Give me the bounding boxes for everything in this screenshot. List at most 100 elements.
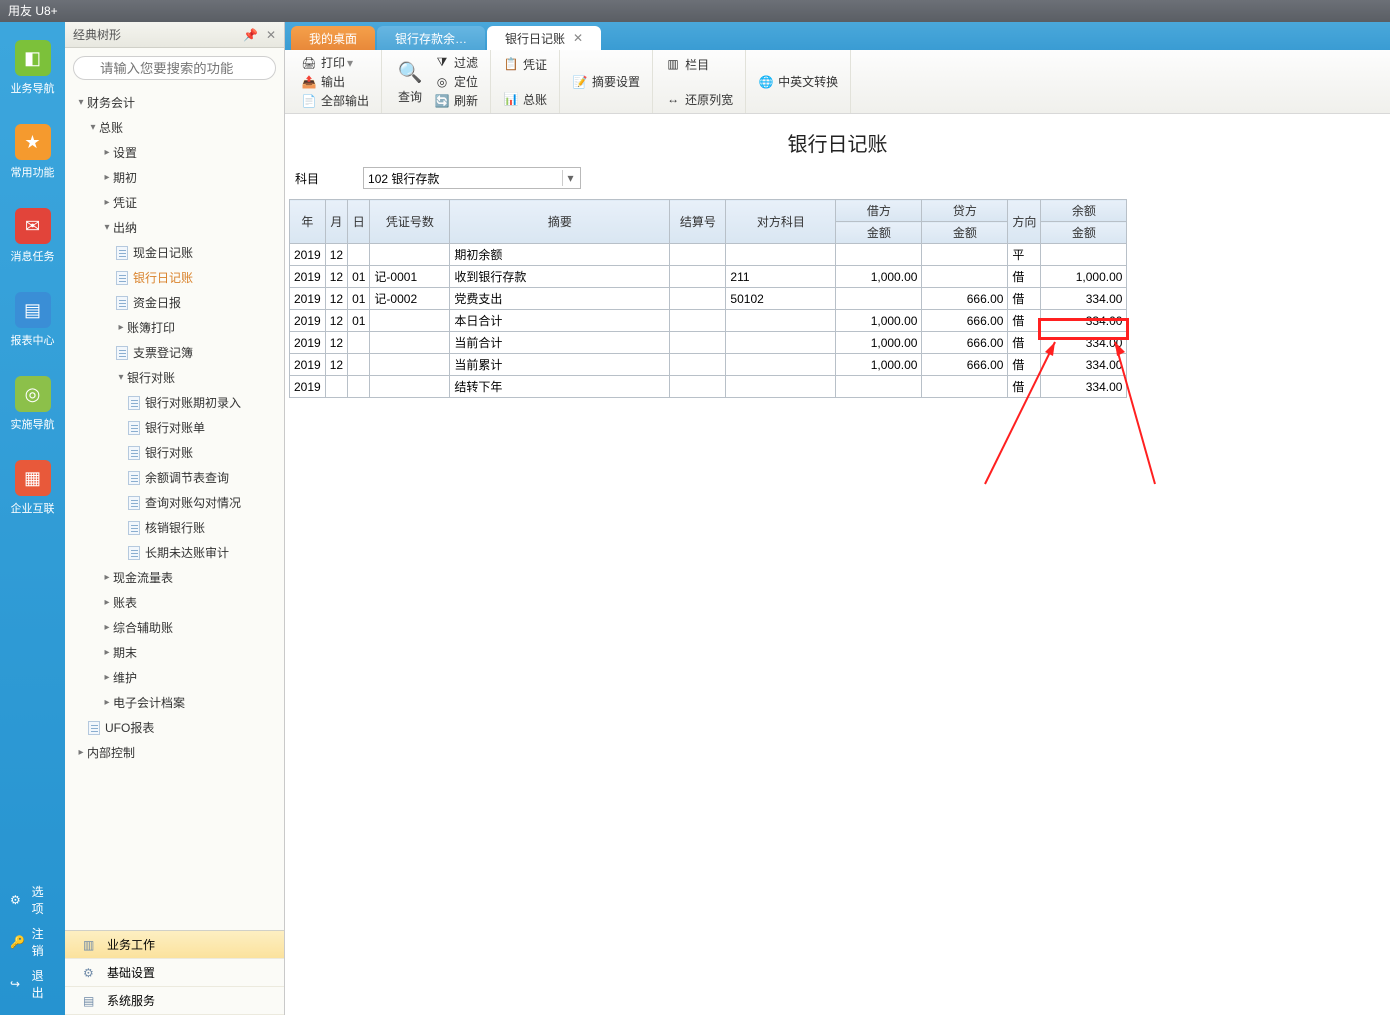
col-oppacct[interactable]: 对方科目 xyxy=(726,200,836,244)
bottom-tab-sys[interactable]: ▤系统服务 xyxy=(65,987,284,1015)
print-button[interactable]: 🖨打印▾ xyxy=(297,53,373,72)
table-row[interactable]: 201912期初余额平 xyxy=(290,244,1127,266)
tab-bank-journal[interactable]: 银行日记账✕ xyxy=(487,26,601,50)
tree-finance[interactable]: ▾财务会计 xyxy=(65,92,284,113)
table-row[interactable]: 20191201本日合计1,000.00666.00借334.00 xyxy=(290,310,1127,332)
tree-aux-books[interactable]: ▸综合辅助账 xyxy=(65,617,284,638)
tree-title: 经典树形 xyxy=(73,26,121,43)
table-row[interactable]: 20191201记-0002党费支出50102666.00借334.00 xyxy=(290,288,1127,310)
doc-icon xyxy=(116,346,128,360)
col-debit-amount[interactable]: 金额 xyxy=(836,222,922,244)
gear-icon: ⚙ xyxy=(10,893,26,907)
tree-internal-control[interactable]: ▸内部控制 xyxy=(65,742,284,763)
col-balance[interactable]: 余额 xyxy=(1041,200,1127,222)
table-row[interactable]: 20191201记-0001收到银行存款2111,000.00借1,000.00 xyxy=(290,266,1127,288)
refresh-button[interactable]: 🔄刷新 xyxy=(430,91,482,110)
tree-cheque-reg[interactable]: 支票登记簿 xyxy=(65,342,284,363)
options-button[interactable]: ⚙选项 xyxy=(0,879,65,921)
nav-link[interactable]: ▦企业互联 xyxy=(11,460,55,516)
close-icon[interactable]: ✕ xyxy=(573,31,583,45)
search-input[interactable] xyxy=(73,56,276,80)
col-credit[interactable]: 贷方 xyxy=(922,200,1008,222)
tree-period-end[interactable]: ▸期末 xyxy=(65,642,284,663)
nav-fav[interactable]: ★常用功能 xyxy=(11,124,55,180)
tree-bank-stmt[interactable]: 银行对账单 xyxy=(65,417,284,438)
nav-report[interactable]: ▤报表中心 xyxy=(11,292,55,348)
tree-setup[interactable]: ▸设置 xyxy=(65,142,284,163)
tree-bank-recon-open[interactable]: 银行对账期初录入 xyxy=(65,392,284,413)
voucher-button[interactable]: 📋凭证 xyxy=(499,55,551,74)
doc-icon xyxy=(128,496,140,510)
tree-book-print[interactable]: ▸账簿打印 xyxy=(65,317,284,338)
nav-biz[interactable]: ◧业务导航 xyxy=(11,40,55,96)
exportall-button[interactable]: 📄全部输出 xyxy=(297,91,373,110)
columns-button[interactable]: ▥栏目 xyxy=(661,55,737,74)
key-icon: 🔑 xyxy=(10,935,26,949)
tree-outstanding-audit[interactable]: 长期未达账审计 xyxy=(65,542,284,563)
toolbar: 🖨打印▾ 📤输出 📄全部输出 🔍查询 ⧩过滤 ◎定位 🔄刷新 📋凭证 📊总账 📝… xyxy=(285,50,1390,114)
gear-icon: ⚙ xyxy=(83,966,94,980)
col-dir[interactable]: 方向 xyxy=(1008,200,1041,244)
subject-label: 科目 xyxy=(295,170,319,187)
subject-combo[interactable]: 102 银行存款 ▾ xyxy=(363,167,581,189)
tree-writeoff-bank[interactable]: 核销银行账 xyxy=(65,517,284,538)
tree-open[interactable]: ▸期初 xyxy=(65,167,284,188)
col-balance-amount[interactable]: 金额 xyxy=(1041,222,1127,244)
translate-button[interactable]: 🌐中英文转换 xyxy=(754,72,842,91)
doc-icon: ▥ xyxy=(83,938,94,952)
exit-button[interactable]: ↪退出 xyxy=(0,963,65,1005)
chevron-down-icon: ▾ xyxy=(562,170,578,186)
tree-earchive[interactable]: ▸电子会计档案 xyxy=(65,692,284,713)
locate-button[interactable]: ◎定位 xyxy=(430,72,482,91)
col-debit[interactable]: 借方 xyxy=(836,200,922,222)
voucher-icon: 📋 xyxy=(503,56,519,72)
table-row[interactable]: 201912当前合计1,000.00666.00借334.00 xyxy=(290,332,1127,354)
summary-icon: 📝 xyxy=(572,74,588,90)
tree-bank-recon[interactable]: ▾银行对账 xyxy=(65,367,284,388)
tree-cashier[interactable]: ▾出纳 xyxy=(65,217,284,238)
col-month[interactable]: 月 xyxy=(325,200,347,244)
col-voucher[interactable]: 凭证号数 xyxy=(370,200,450,244)
query-button[interactable]: 🔍查询 xyxy=(390,56,430,107)
ledger-button[interactable]: 📊总账 xyxy=(499,90,551,109)
tree-gl[interactable]: ▾总账 xyxy=(65,117,284,138)
tree-reports[interactable]: ▸账表 xyxy=(65,592,284,613)
doc-icon xyxy=(116,246,128,260)
table-row[interactable]: 2019结转下年借334.00 xyxy=(290,376,1127,398)
document-tabs: 我的桌面 银行存款余… 银行日记账✕ xyxy=(285,22,1390,50)
tree-fund-daily[interactable]: 资金日报 xyxy=(65,292,284,313)
tree-cashflow[interactable]: ▸现金流量表 xyxy=(65,567,284,588)
restorewidth-button[interactable]: ↔还原列宽 xyxy=(661,90,737,109)
summaryset-button[interactable]: 📝摘要设置 xyxy=(568,72,644,91)
pin-icon[interactable]: 📌 xyxy=(243,28,258,42)
export-button[interactable]: 📤输出 xyxy=(297,72,373,91)
filter-button[interactable]: ⧩过滤 xyxy=(430,53,482,72)
col-settleno[interactable]: 结算号 xyxy=(670,200,726,244)
doc-icon xyxy=(128,521,140,535)
close-icon[interactable]: ✕ xyxy=(266,28,276,42)
nav-tree: ▾财务会计 ▾总账 ▸设置 ▸期初 ▸凭证 ▾出纳 现金日记账 银行日记账 资金… xyxy=(65,88,284,930)
tree-bank-journal[interactable]: 银行日记账 xyxy=(65,267,284,288)
nav-msg[interactable]: ✉消息任务 xyxy=(11,208,55,264)
tree-cash-journal[interactable]: 现金日记账 xyxy=(65,242,284,263)
title-bar: 用友 U8+ xyxy=(0,0,1390,22)
col-day[interactable]: 日 xyxy=(348,200,370,244)
tab-bank-balance[interactable]: 银行存款余… xyxy=(377,26,485,50)
tree-recon-match[interactable]: 查询对账勾对情况 xyxy=(65,492,284,513)
target-icon: ◎ xyxy=(434,74,450,90)
bottom-tab-basic[interactable]: ⚙基础设置 xyxy=(65,959,284,987)
col-summary[interactable]: 摘要 xyxy=(450,200,670,244)
tree-voucher[interactable]: ▸凭证 xyxy=(65,192,284,213)
table-row[interactable]: 201912当前累计1,000.00666.00借334.00 xyxy=(290,354,1127,376)
bottom-tab-biz[interactable]: ▥业务工作 xyxy=(65,931,284,959)
col-credit-amount[interactable]: 金额 xyxy=(922,222,1008,244)
tree-ufo[interactable]: UFO报表 xyxy=(65,717,284,738)
tab-desktop[interactable]: 我的桌面 xyxy=(291,26,375,50)
col-year[interactable]: 年 xyxy=(290,200,326,244)
nav-impl[interactable]: ◎实施导航 xyxy=(11,376,55,432)
tree-bal-adj[interactable]: 余额调节表查询 xyxy=(65,467,284,488)
tree-maint[interactable]: ▸维护 xyxy=(65,667,284,688)
tree-bank-recon2[interactable]: 银行对账 xyxy=(65,442,284,463)
logout-button[interactable]: 🔑注销 xyxy=(0,921,65,963)
refresh-icon: 🔄 xyxy=(434,93,450,109)
